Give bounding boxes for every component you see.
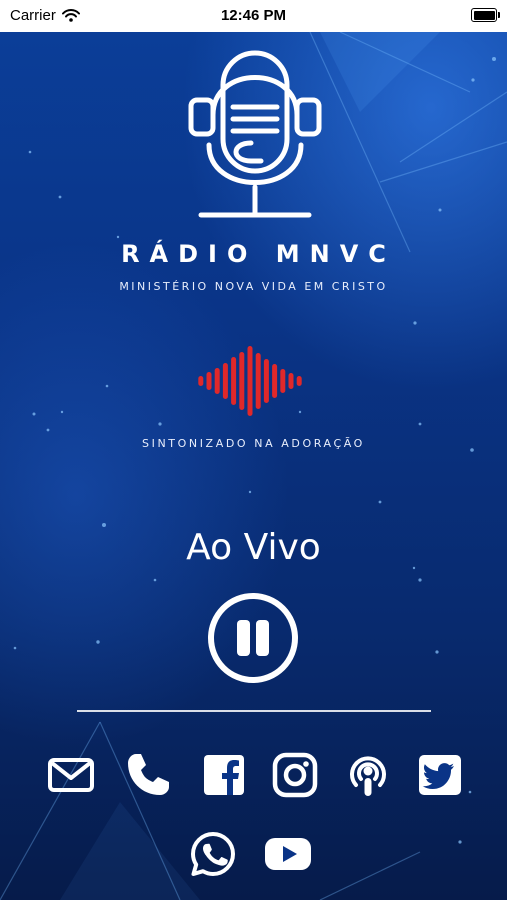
status-bar: Carrier 12:46 PM [0, 0, 507, 32]
mail-icon [48, 758, 94, 792]
tagline: SINTONIZADO NA ADORAÇÃO [142, 437, 365, 450]
sound-wave-icon [198, 346, 302, 416]
divider [77, 710, 431, 712]
youtube-button[interactable] [264, 830, 312, 878]
facebook-icon [204, 755, 244, 795]
battery-icon [471, 8, 500, 22]
pause-button[interactable] [207, 592, 299, 684]
live-status-label: Ao Vivo [186, 527, 321, 568]
facebook-button[interactable] [200, 751, 248, 799]
twitter-button[interactable] [416, 751, 464, 799]
instagram-icon [272, 752, 318, 798]
brand-title: RÁDIO MNVC [121, 240, 396, 268]
twitter-icon [419, 755, 461, 795]
sound-wave-bar [214, 368, 220, 394]
instagram-button[interactable] [271, 751, 319, 799]
sound-wave-bar [247, 346, 253, 416]
clock: 12:46 PM [220, 7, 287, 24]
sound-wave-bar [206, 372, 212, 390]
sound-wave-bar [280, 369, 286, 393]
sound-wave-bar [231, 357, 237, 405]
podcast-button[interactable] [344, 751, 392, 799]
youtube-icon [265, 838, 311, 870]
whatsapp-button[interactable] [189, 830, 237, 878]
sound-wave-bar [263, 359, 269, 403]
battery-level [473, 10, 495, 20]
pause-icon [237, 620, 269, 656]
phone-button[interactable] [124, 751, 172, 799]
sound-wave-bar [198, 376, 204, 386]
phone-icon [128, 754, 169, 795]
brand-subtitle: MINISTÉRIO NOVA VIDA EM CRISTO [119, 280, 388, 293]
podcast-icon [350, 756, 386, 796]
sound-wave-bar [255, 353, 261, 409]
whatsapp-icon [191, 832, 235, 876]
sound-wave-bar [296, 376, 302, 386]
email-button[interactable] [47, 751, 95, 799]
app-screen: Carrier 12:46 PM RÁDIO MNVC MINISTÉRIO N… [0, 0, 507, 900]
sound-wave-bar [222, 363, 228, 399]
sound-wave-bar [239, 352, 245, 410]
microphone-headphones-icon [188, 50, 322, 218]
sound-wave-bar [288, 373, 294, 389]
sound-wave-bar [272, 364, 278, 398]
